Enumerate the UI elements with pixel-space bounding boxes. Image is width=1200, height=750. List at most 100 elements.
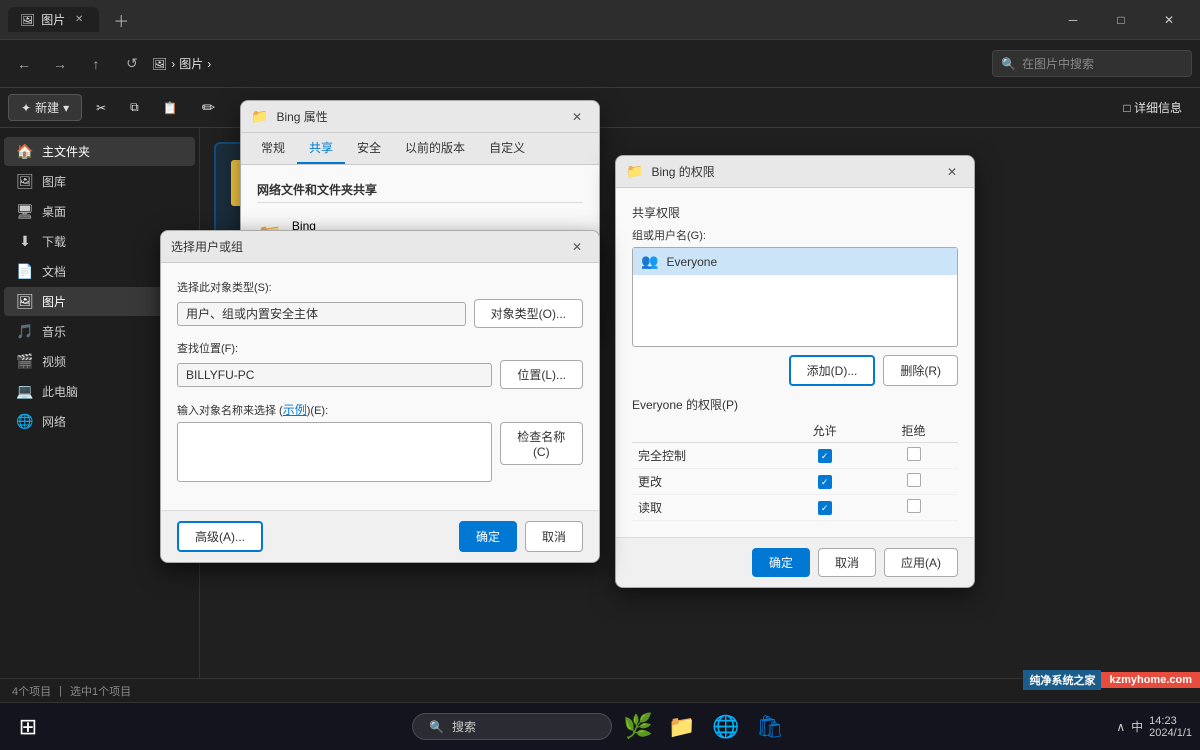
perm-row: 更改 ✓ [632,469,958,495]
forward-btn[interactable]: → [44,48,76,80]
nav-toolbar: ← → ↑ ↺ 🖼 › 图片 › 🔍 在图片中搜索 [0,40,1200,88]
select-user-ok[interactable]: 确定 [459,521,517,552]
permissions-close[interactable]: ✕ [940,160,964,184]
back-btn[interactable]: ← [8,48,40,80]
location-row: 位置(L)... [177,360,583,389]
everyone-icon: 👥 [641,253,658,270]
sidebar-item-gallery[interactable]: 🖼 图库 [4,167,195,196]
tab-sharing[interactable]: 共享 [297,133,345,164]
perm-actions: 添加(D)... 删除(R) [632,355,958,386]
breadcrumb-path: 图片 [179,55,203,72]
perm-name-cell: 读取 [632,495,780,521]
permissions-title: Bing 的权限 [651,163,932,180]
new-tab-btn[interactable]: ＋ [107,6,135,34]
object-type-btn[interactable]: 对象类型(O)... [474,299,583,328]
permissions-body: 共享权限 组或用户名(G): 👥 Everyone 添加(D)... 删除(R)… [616,188,974,537]
select-user-dialog[interactable]: 选择用户或组 ✕ 选择此对象类型(S): 对象类型(O)... 查找位置(F):… [160,230,600,563]
minimize-btn[interactable]: ─ [1050,4,1096,36]
tray-up-icon[interactable]: ∧ [1116,720,1125,734]
deny-checkbox[interactable] [907,447,921,461]
tab-label: 图片 [41,11,65,28]
close-btn[interactable]: ✕ [1146,4,1192,36]
location-input[interactable] [177,363,492,387]
rename-btn[interactable]: ✏ [192,94,225,122]
perm-name-cell: 更改 [632,469,780,495]
up-btn[interactable]: ↑ [80,48,112,80]
taskbar: ⊞ 🔍 搜索 🌿 📁 🌐 🛍 ∧ 中 14:232024/1/1 [0,702,1200,750]
permissions-ok[interactable]: 确定 [752,548,810,577]
paste-btn[interactable]: 📋 [153,97,188,119]
maximize-btn[interactable]: □ [1098,4,1144,36]
location-btn[interactable]: 位置(L)... [500,360,583,389]
select-user-cancel[interactable]: 取消 [525,521,583,552]
taskbar-nature-icon[interactable]: 🌿 [620,709,656,745]
status-selected: 选中1个项目 [70,683,131,699]
music-icon: 🎵 [16,323,34,340]
tab-security[interactable]: 安全 [345,133,393,164]
deny-checkbox[interactable] [907,499,921,513]
copy-btn[interactable]: ⧉ [120,96,149,119]
sidebar-label-home: 主文件夹 [42,143,90,160]
perm-deny-cell[interactable] [869,469,958,495]
perm-deny-cell[interactable] [869,443,958,469]
perm-row: 完全控制 ✓ [632,443,958,469]
refresh-btn[interactable]: ↺ [116,48,148,80]
taskbar-store-icon[interactable]: 🛍 [752,709,788,745]
tab-custom[interactable]: 自定义 [477,133,537,164]
sidebar-label-downloads: 下载 [42,233,66,250]
sidebar-label-gallery: 图库 [42,173,66,190]
explorer-tab[interactable]: 🖼 图片 ✕ [8,7,99,32]
allow-checkbox[interactable]: ✓ [818,449,832,463]
tab-general[interactable]: 常规 [249,133,297,164]
taskbar-files-icon[interactable]: 📁 [664,709,700,745]
perm-allow-cell[interactable]: ✓ [780,495,869,521]
perm-deny-cell[interactable] [869,495,958,521]
search-box[interactable]: 🔍 在图片中搜索 [992,50,1192,77]
remove-btn[interactable]: 删除(R) [883,355,958,386]
advanced-btn[interactable]: 高级(A)... [177,521,263,552]
taskbar-center: 🔍 搜索 🌿 📁 🌐 🛍 [412,709,788,745]
perm-group-list[interactable]: 👥 Everyone [632,247,958,347]
object-name-row: 检查名称(C) [177,422,583,482]
permissions-apply[interactable]: 应用(A) [884,548,958,577]
permissions-table: 允许 拒绝 完全控制 ✓ 更改 ✓ 读取 [632,419,958,521]
object-name-textarea[interactable] [177,422,492,482]
deny-checkbox[interactable] [907,473,921,487]
check-name-btn[interactable]: 检查名称(C) [500,422,583,465]
taskbar-search[interactable]: 🔍 搜索 [412,713,612,740]
tab-close-btn[interactable]: ✕ [71,12,87,28]
detail-btn[interactable]: □ 详细信息 [1113,95,1192,120]
permissions-icon: 📁 [626,163,643,180]
home-icon: 🏠 [16,143,34,160]
allow-checkbox[interactable]: ✓ [818,501,832,515]
tray-time: 14:232024/1/1 [1149,715,1192,739]
tab-previous[interactable]: 以前的版本 [393,133,477,164]
select-user-close[interactable]: ✕ [565,235,589,259]
bing-props-icon: 📁 [251,108,268,125]
bing-props-close[interactable]: ✕ [565,105,589,129]
permissions-cancel[interactable]: 取消 [818,548,876,577]
new-icon: ✦ [21,101,31,115]
allow-checkbox[interactable]: ✓ [818,475,832,489]
cut-btn[interactable]: ✂ [86,97,116,119]
sidebar-item-home[interactable]: 🏠 主文件夹 [4,137,195,166]
breadcrumb[interactable]: 🖼 › 图片 › [152,55,988,72]
perm-group-everyone[interactable]: 👥 Everyone [633,248,957,275]
sidebar-item-desktop[interactable]: 🖥 桌面 [4,197,195,226]
start-btn[interactable]: ⊞ [8,707,48,747]
perm-allow-cell[interactable]: ✓ [780,469,869,495]
bing-props-titlebar: 📁 Bing 属性 ✕ [241,101,599,133]
computer-icon: 💻 [16,383,34,400]
new-btn[interactable]: ✦ 新建 ▾ [8,94,82,121]
breadcrumb-separator2: › [207,57,211,71]
sidebar-label-videos: 视频 [42,353,66,370]
perm-allow-cell[interactable]: ✓ [780,443,869,469]
example-link[interactable]: 示例 [283,403,307,417]
taskbar-edge-icon[interactable]: 🌐 [708,709,744,745]
window-controls: ─ □ ✕ [1050,4,1192,36]
perm-deny-col: 拒绝 [869,419,958,443]
perm-row: 读取 ✓ [632,495,958,521]
permissions-dialog[interactable]: 📁 Bing 的权限 ✕ 共享权限 组或用户名(G): 👥 Everyone 添… [615,155,975,588]
add-btn[interactable]: 添加(D)... [789,355,876,386]
object-type-input[interactable] [177,302,466,326]
